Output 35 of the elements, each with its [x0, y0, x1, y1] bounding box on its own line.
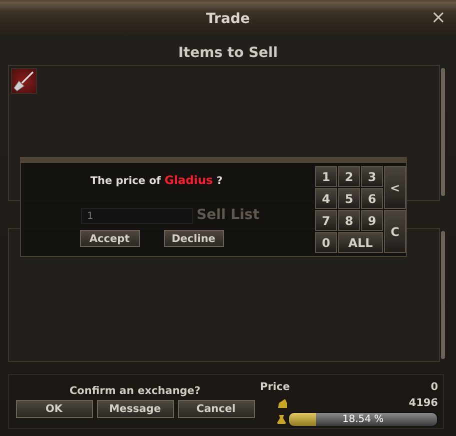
keypad-key[interactable]: 3 — [361, 166, 383, 187]
section-heading: Sell List — [196, 206, 260, 224]
keypad-key[interactable]: ALL — [338, 232, 383, 253]
coin-pile-icon — [277, 398, 288, 408]
keypad-key[interactable]: 5 — [338, 188, 360, 209]
keypad-key[interactable]: C — [384, 210, 406, 253]
keypad-key[interactable]: < — [384, 166, 406, 209]
dialog-button[interactable]: Decline — [164, 230, 224, 247]
footer-button[interactable]: OK — [16, 400, 92, 418]
money-value: 4196 — [408, 397, 438, 409]
item-slot[interactable] — [11, 68, 37, 94]
keypad-key[interactable]: 4 — [315, 188, 337, 209]
price-value: 0 — [430, 381, 438, 393]
keypad-key[interactable]: 6 — [361, 188, 383, 209]
section-heading: Items to Sell — [178, 44, 278, 62]
keypad-key[interactable]: 8 — [338, 210, 360, 231]
weight-reading: 18.54 % — [341, 412, 385, 426]
weight-bag-icon — [277, 414, 286, 424]
confirm-text: Confirm an exchange? — [69, 384, 201, 398]
scrollbar[interactable] — [441, 231, 445, 359]
sword-icon — [13, 70, 35, 92]
footer-button[interactable]: Cancel — [178, 400, 254, 418]
keypad-key[interactable]: 7 — [315, 210, 337, 231]
keypad-key[interactable]: 1 — [315, 166, 337, 187]
footer-button[interactable]: Message — [96, 400, 174, 418]
price-prompt: The price of Gladius ? — [90, 173, 223, 188]
keypad-key[interactable]: 2 — [338, 166, 360, 187]
price-input[interactable]: 1 — [81, 208, 193, 224]
dialog-button[interactable]: Accept — [80, 230, 140, 247]
window-title: Trade — [206, 10, 250, 26]
keypad-key[interactable]: 0 — [315, 232, 337, 253]
price-label: Price — [260, 381, 290, 393]
keypad-key[interactable]: 9 — [361, 210, 383, 231]
close-button[interactable]: × — [430, 9, 446, 27]
scrollbar[interactable] — [441, 68, 445, 196]
